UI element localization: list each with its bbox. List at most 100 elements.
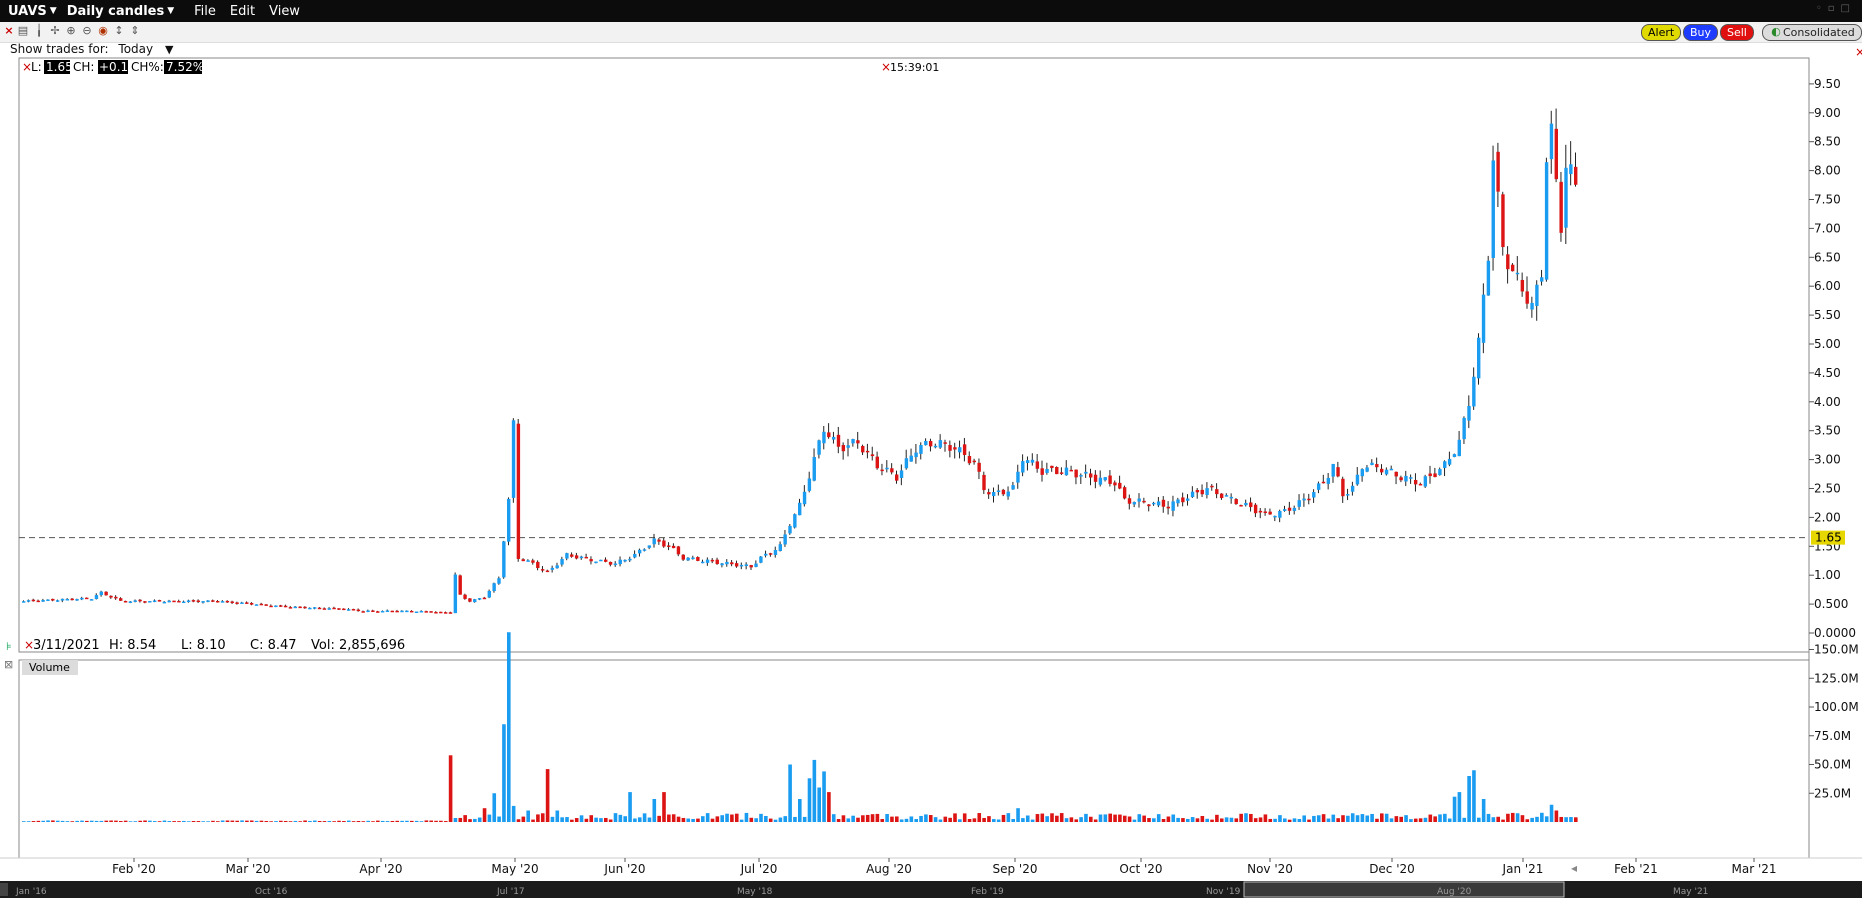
volume-bar[interactable]: [1190, 817, 1195, 822]
volume-bar[interactable]: [1210, 819, 1214, 822]
volume-bar[interactable]: [283, 820, 288, 822]
candle-body[interactable]: [958, 447, 962, 453]
candle-body[interactable]: [1069, 469, 1073, 472]
candle-body[interactable]: [1079, 475, 1083, 477]
candle-body[interactable]: [909, 455, 913, 462]
candle-body[interactable]: [1438, 469, 1442, 476]
volume-bar[interactable]: [671, 814, 676, 822]
volume-bar[interactable]: [1297, 818, 1302, 822]
candle-body[interactable]: [1074, 469, 1078, 478]
candle-body[interactable]: [123, 600, 128, 603]
candle-body[interactable]: [1540, 277, 1544, 282]
candle-body[interactable]: [400, 610, 404, 613]
candle-body[interactable]: [1569, 164, 1573, 175]
volume-bar[interactable]: [138, 820, 142, 822]
volume-bar[interactable]: [1118, 814, 1122, 822]
volume-bar[interactable]: [390, 820, 395, 822]
volume-bar[interactable]: [1477, 817, 1481, 822]
volume-bar[interactable]: [1122, 815, 1127, 822]
volume-bar[interactable]: [870, 814, 875, 822]
candle-body[interactable]: [1370, 462, 1374, 466]
candle-body[interactable]: [647, 545, 652, 548]
volume-bar[interactable]: [51, 820, 55, 822]
candle-body[interactable]: [225, 600, 230, 603]
volume-bar[interactable]: [1399, 816, 1403, 822]
candle-body[interactable]: [1215, 489, 1219, 495]
volume-bar[interactable]: [1307, 819, 1311, 822]
volume-bar[interactable]: [1045, 816, 1049, 822]
volume-bar[interactable]: [1540, 812, 1544, 822]
candle-body[interactable]: [99, 591, 103, 596]
volume-bar[interactable]: [531, 819, 535, 822]
volume-bar[interactable]: [177, 821, 181, 822]
volume-bar[interactable]: [182, 820, 186, 822]
candle-body[interactable]: [822, 431, 826, 444]
candle-body[interactable]: [734, 563, 739, 567]
volume-bar[interactable]: [119, 821, 123, 822]
nav-left-arrow-icon[interactable]: [0, 883, 8, 896]
volume-bar[interactable]: [249, 820, 254, 822]
candle-body[interactable]: [1050, 465, 1054, 469]
volume-bar[interactable]: [60, 820, 65, 822]
volume-bar[interactable]: [1084, 813, 1088, 822]
candle-body[interactable]: [977, 462, 981, 472]
volume-bar[interactable]: [1501, 819, 1505, 822]
volume-bar[interactable]: [492, 793, 497, 822]
volume-bar[interactable]: [1350, 813, 1355, 822]
volume-bar[interactable]: [565, 817, 569, 822]
volume-bar[interactable]: [80, 820, 84, 822]
volume-bar[interactable]: [99, 820, 104, 822]
candle-body[interactable]: [114, 596, 118, 599]
volume-bar[interactable]: [817, 787, 821, 823]
volume-bar[interactable]: [1370, 813, 1374, 822]
candle-body[interactable]: [924, 440, 928, 446]
candle-body[interactable]: [1084, 471, 1088, 474]
volume-bar[interactable]: [443, 821, 448, 822]
volume-bar[interactable]: [1055, 815, 1059, 822]
volume-bar[interactable]: [764, 816, 768, 822]
volume-bar[interactable]: [1161, 818, 1166, 822]
candle-body[interactable]: [1472, 376, 1476, 407]
candle-body[interactable]: [274, 605, 278, 608]
candle-body[interactable]: [216, 600, 220, 603]
candle-body[interactable]: [1229, 496, 1234, 499]
volume-bar[interactable]: [788, 764, 792, 823]
candle-body[interactable]: [453, 574, 458, 614]
candle-body[interactable]: [497, 578, 501, 584]
volume-bar[interactable]: [1331, 814, 1336, 822]
candle-body[interactable]: [327, 608, 331, 610]
candle-body[interactable]: [1016, 471, 1020, 483]
volume-bar[interactable]: [1574, 817, 1578, 822]
candle-body[interactable]: [346, 609, 351, 611]
volume-bar[interactable]: [958, 819, 962, 822]
candle-body[interactable]: [1530, 302, 1534, 310]
candle-body[interactable]: [827, 432, 831, 438]
candle-body[interactable]: [1467, 405, 1471, 421]
volume-bar[interactable]: [919, 815, 923, 822]
candle-body[interactable]: [778, 544, 782, 551]
volume-bar[interactable]: [1283, 818, 1287, 822]
candle-body[interactable]: [628, 558, 632, 561]
candle-body[interactable]: [730, 562, 734, 565]
candle-body[interactable]: [1089, 473, 1093, 478]
candle-body[interactable]: [22, 601, 26, 603]
volume-bar[interactable]: [1021, 818, 1025, 822]
volume-bar[interactable]: [327, 820, 332, 822]
candle-body[interactable]: [1118, 482, 1122, 489]
candle-body[interactable]: [337, 608, 341, 610]
volume-bar[interactable]: [594, 817, 598, 822]
volume-bar[interactable]: [342, 821, 346, 822]
candle-body[interactable]: [502, 541, 506, 578]
candle-body[interactable]: [1030, 459, 1035, 463]
candle-body[interactable]: [279, 605, 283, 607]
candle-body[interactable]: [1021, 461, 1025, 473]
volume-bar[interactable]: [1195, 818, 1200, 822]
candle-body[interactable]: [245, 602, 249, 604]
candle-body[interactable]: [1360, 469, 1364, 477]
volume-bar[interactable]: [487, 814, 492, 822]
candle-body[interactable]: [1127, 498, 1132, 504]
candle-body[interactable]: [1025, 460, 1030, 463]
volume-bar[interactable]: [977, 813, 982, 822]
candle-body[interactable]: [574, 555, 579, 559]
candle-body[interactable]: [1142, 500, 1146, 503]
